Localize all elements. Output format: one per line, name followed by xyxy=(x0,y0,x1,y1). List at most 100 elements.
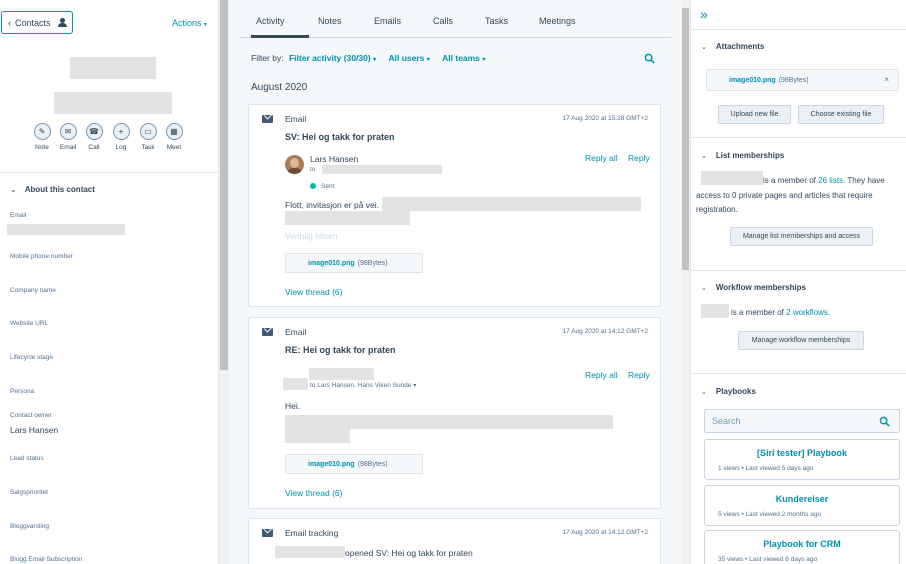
attachment[interactable]: image010.png (98Bytes) xyxy=(285,454,423,474)
playbook-meta: 35 views • Last viewed 6 days ago xyxy=(718,556,818,563)
chevron-down-icon: ⌄ xyxy=(701,285,707,292)
tab-calls[interactable]: Calls xyxy=(433,16,453,26)
playbook-title[interactable]: Kundereiser xyxy=(705,494,899,504)
reply-button[interactable]: Reply xyxy=(628,153,650,163)
quick-action-call[interactable]: ☎ Call xyxy=(81,123,107,151)
quick-action-label: Email xyxy=(59,144,77,151)
sender-name[interactable]: Lars Hansen xyxy=(310,154,358,164)
manage-workflow-memberships-button[interactable]: Manage workflow memberships xyxy=(738,331,864,350)
divider xyxy=(0,172,218,173)
prop-label-salgsprioritet: Salgsprioritet xyxy=(10,489,48,496)
quick-action-note[interactable]: ✎ Note xyxy=(29,123,55,151)
body-redacted xyxy=(285,415,613,429)
prop-value-email-redacted[interactable] xyxy=(7,224,125,235)
manage-list-memberships-button[interactable]: Manage list memberships and access xyxy=(730,227,873,246)
workflow-count-link[interactable]: 2 workflows. xyxy=(786,308,830,317)
body-redacted xyxy=(285,429,350,443)
prop-label-company: Company name xyxy=(10,287,56,294)
prop-label-bloggvarsling: Bloggvarsling xyxy=(10,523,50,530)
reply-all-button[interactable]: Reply all xyxy=(585,153,618,163)
filter-activity-label: Filter activity (30/30) xyxy=(288,53,371,63)
view-thread-link[interactable]: View thread (6) xyxy=(285,287,342,297)
caret-down-icon: ▾ xyxy=(373,57,377,63)
quick-action-email[interactable]: ✉ Email xyxy=(55,123,81,151)
timeline-scrollbar[interactable] xyxy=(681,0,690,564)
contact-name-redacted xyxy=(54,92,172,114)
all-teams-label: All teams xyxy=(442,53,480,63)
playbook-search-input[interactable]: Search xyxy=(704,409,900,433)
attachments-section-toggle[interactable]: ⌄ Attachments xyxy=(701,42,764,51)
email-subject[interactable]: RE: Hei og takk for praten xyxy=(285,345,396,355)
quick-action-label: Task xyxy=(141,144,155,151)
email-subject[interactable]: SV: Hei og takk for praten xyxy=(285,132,395,142)
tab-activity[interactable]: Activity xyxy=(256,16,285,26)
scrollbar-thumb[interactable] xyxy=(682,8,689,270)
quick-action-log[interactable]: + Log xyxy=(108,123,134,151)
list-count-link[interactable]: 26 lists xyxy=(818,176,843,185)
quick-action-meet[interactable]: ▦ Meet xyxy=(161,123,187,151)
quick-action-task[interactable]: ▭ Task xyxy=(135,123,161,151)
attachment[interactable]: image010.png (98Bytes) × xyxy=(706,69,899,91)
contacts-label: Contacts xyxy=(15,17,51,28)
about-section-toggle[interactable]: ⌄ About this contact xyxy=(10,185,95,194)
quick-action-label: Log xyxy=(115,144,127,151)
chevron-down-icon: ⌄ xyxy=(10,185,17,194)
contact-redacted xyxy=(701,304,729,318)
calendar-icon: ▦ xyxy=(165,123,183,140)
prop-label-lead-status: Lead status xyxy=(10,455,44,462)
list-memberships-title: List memberships xyxy=(715,151,785,160)
active-tab-indicator xyxy=(251,35,309,38)
chevron-left-icon: ‹ xyxy=(8,17,11,28)
collapse-sidebar-icon[interactable]: » xyxy=(700,6,708,22)
search-icon[interactable] xyxy=(879,416,890,427)
email-body-faded: Vennlig hilsen xyxy=(285,231,338,241)
playbook-title[interactable]: [Siri tester] Playbook xyxy=(705,448,899,458)
playbook-card[interactable]: Kundereiser 5 views • Last viewed 2 month… xyxy=(704,485,900,526)
search-icon[interactable] xyxy=(644,53,655,64)
email-card: Email 17 Aug 2020 at 15:28 GMT+2 SV: Hei… xyxy=(248,104,661,307)
close-icon[interactable]: × xyxy=(884,75,889,84)
recipients-label: to Lars Hansen, Hans Viken Sunde xyxy=(310,382,412,389)
playbooks-toggle[interactable]: ⌄ Playbooks xyxy=(701,387,756,396)
contacts-back-button[interactable]: ‹ Contacts xyxy=(1,11,73,34)
workflow-memberships-toggle[interactable]: ⌄ Workflow memberships xyxy=(701,283,806,292)
list-memberships-toggle[interactable]: ⌄ List memberships xyxy=(701,151,784,160)
playbook-card[interactable]: Playbook for CRM 35 views • Last viewed 6… xyxy=(704,530,900,564)
view-thread-link[interactable]: View thread (6) xyxy=(285,488,342,498)
upload-new-file-button[interactable]: Upload new file xyxy=(718,105,791,124)
reply-button[interactable]: Reply xyxy=(628,370,650,380)
tracking-text: opened SV: Hei og takk for praten xyxy=(345,548,473,558)
avatar xyxy=(285,155,304,174)
tab-emails[interactable]: Emails xyxy=(374,16,401,26)
task-icon: ▭ xyxy=(139,123,157,140)
tab-meetings[interactable]: Meetings xyxy=(539,16,576,26)
attachment-name: image010.png xyxy=(308,460,355,468)
actions-label: Actions xyxy=(172,18,202,28)
prop-label-persona: Persona xyxy=(10,388,35,395)
recipients-dropdown[interactable]: to Lars Hansen, Hans Viken Sunde ▾ xyxy=(310,382,416,389)
left-scrollbar[interactable] xyxy=(219,0,229,564)
filter-activity-dropdown[interactable]: Filter activity (30/30) ▾ xyxy=(289,53,376,63)
reply-all-button[interactable]: Reply all xyxy=(585,370,618,380)
sent-status: Sent xyxy=(310,183,334,190)
actions-dropdown[interactable]: Actions ▾ xyxy=(172,18,207,28)
divider xyxy=(691,29,906,30)
playbook-card[interactable]: [Siri tester] Playbook 1 views • Last vie… xyxy=(704,439,900,480)
workflow-text: is a member of xyxy=(731,308,784,317)
attachment[interactable]: image010.png (98Bytes) xyxy=(285,253,423,273)
note-icon: ✎ xyxy=(33,123,51,140)
attachment-size: (98Bytes) xyxy=(357,460,388,468)
caret-down-icon: ▾ xyxy=(204,22,208,28)
playbook-title[interactable]: Playbook for CRM xyxy=(705,539,899,549)
email-tracking-card: Email tracking 17 Aug 2020 at 14:12 GMT+… xyxy=(248,518,661,564)
tab-tasks[interactable]: Tasks xyxy=(485,16,508,26)
all-teams-dropdown[interactable]: All teams ▾ xyxy=(442,53,485,63)
divider xyxy=(691,270,906,271)
quick-action-label: Meet xyxy=(166,144,182,151)
prop-value-owner[interactable]: Lars Hansen xyxy=(10,425,58,435)
tab-notes[interactable]: Notes xyxy=(318,16,342,26)
scrollbar-thumb[interactable] xyxy=(220,0,228,370)
all-users-dropdown[interactable]: All users ▾ xyxy=(388,53,429,63)
choose-existing-file-button[interactable]: Choose existing file xyxy=(798,105,884,124)
quick-action-label: Note xyxy=(35,144,49,151)
